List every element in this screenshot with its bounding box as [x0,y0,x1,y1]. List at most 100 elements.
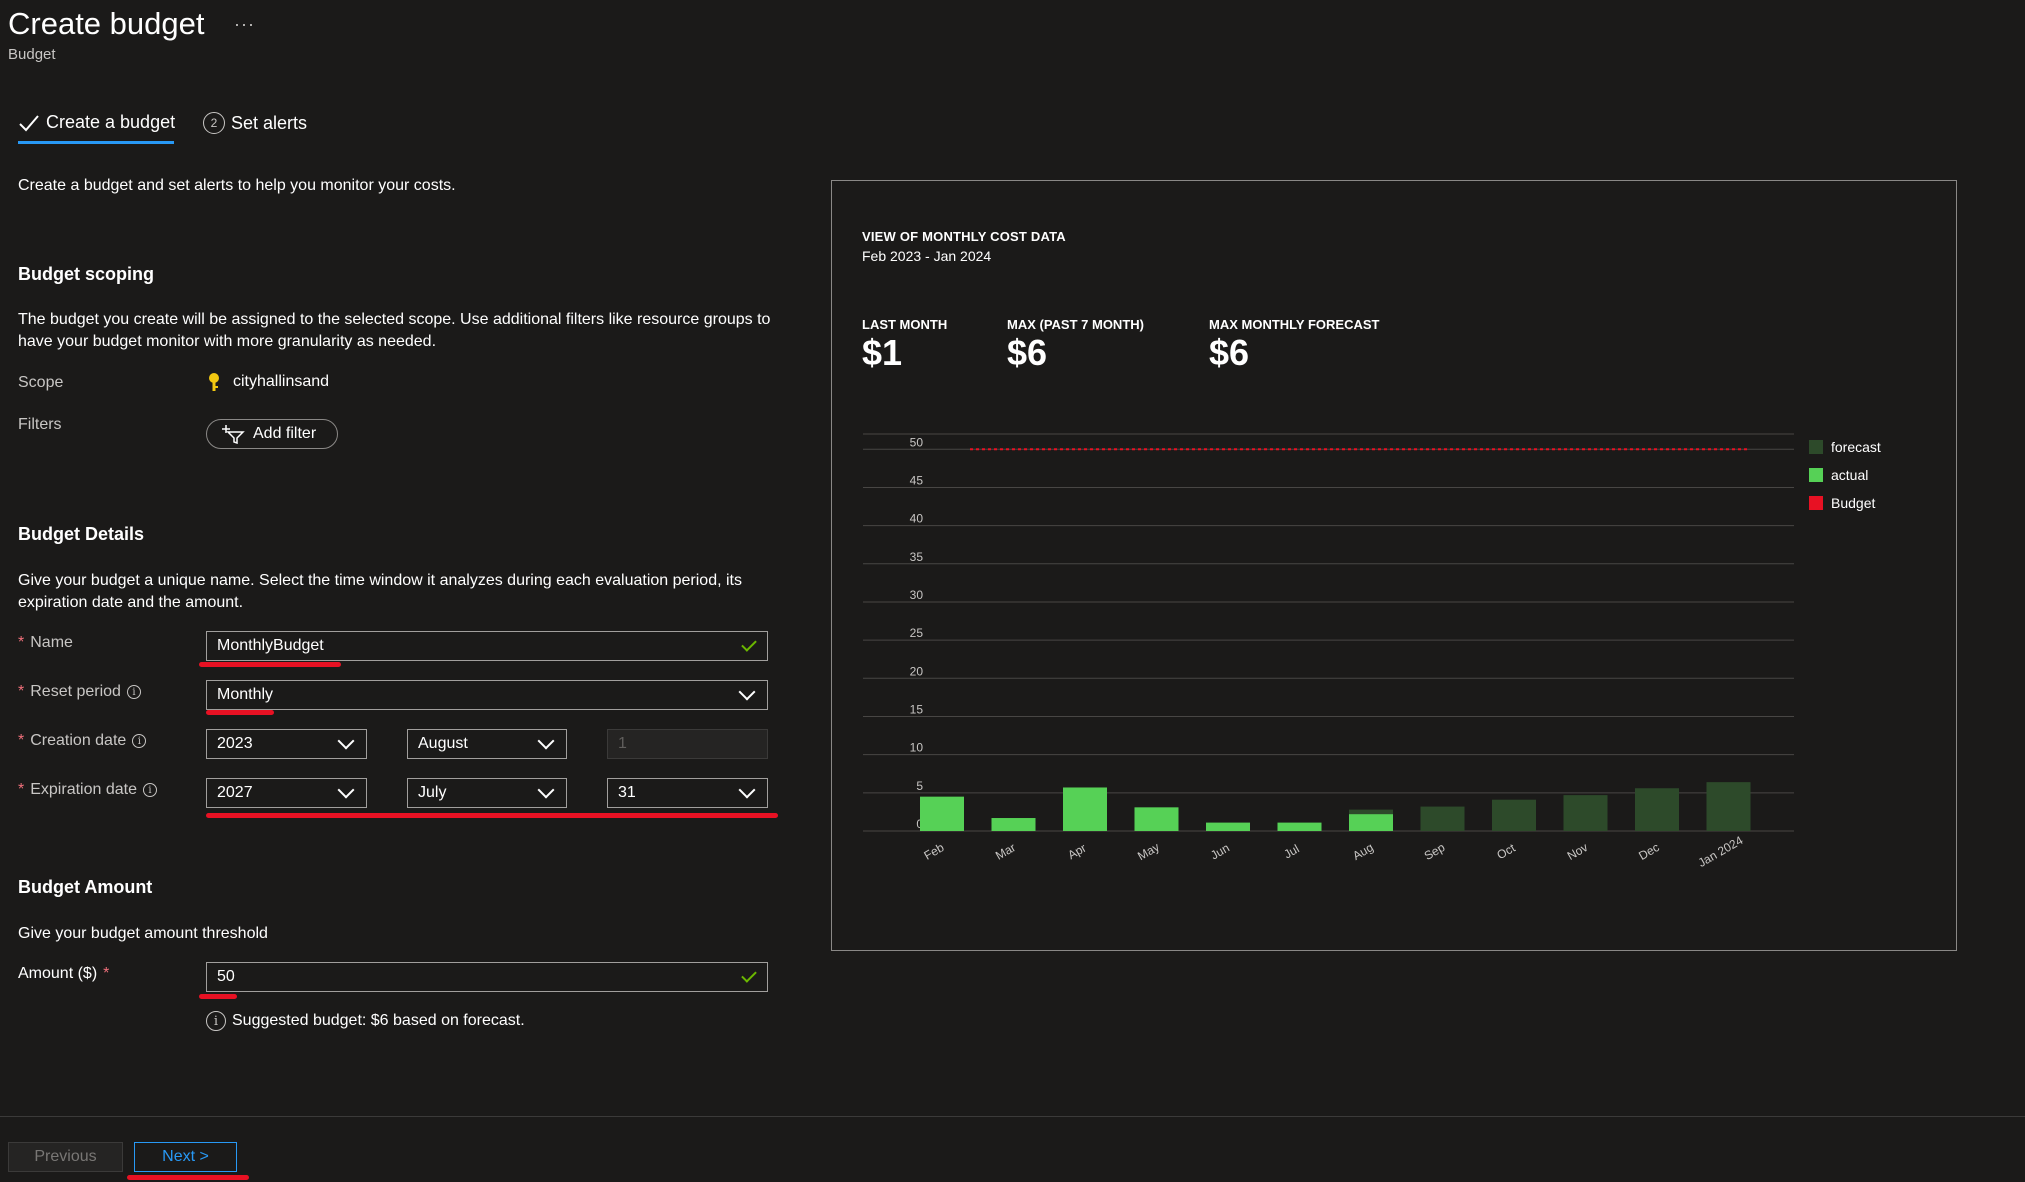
forecast-bar [1420,806,1465,831]
monthly-cost-panel: VIEW OF MONTHLY COST DATA Feb 2023 - Jan… [831,180,1957,951]
actual-bar [920,796,964,831]
x-tick-label: Sep [1422,840,1448,863]
legend-swatch [1809,440,1823,454]
tab-set-alerts-label: Set alerts [231,112,308,133]
expiration-year-select[interactable]: 2027 [206,778,367,808]
x-tick-label: Jan 2024 [1696,833,1746,870]
step-number-icon: 2 [203,112,225,134]
legend-label: Budget [1831,495,1876,511]
y-tick-label: 30 [910,588,924,602]
valid-check-icon [741,636,757,652]
creation-month-value: August [418,735,468,752]
intro-text: Create a budget and set alerts to help y… [18,177,456,194]
more-options-button[interactable]: ··· [234,14,255,35]
legend-item-budget: Budget [1809,495,1881,511]
actual-bar [991,818,1036,831]
required-mark: * [18,634,25,651]
x-tick-label: Mar [993,840,1018,862]
chevron-down-icon [738,683,756,701]
info-icon: i [206,1011,226,1031]
valid-check-icon [741,967,757,983]
chevron-down-icon [337,732,355,750]
expiration-year-value: 2027 [217,784,253,801]
chart-legend: forecast actual Budget [1809,439,1881,511]
y-tick-label: 15 [910,702,924,716]
chevron-down-icon [738,781,756,799]
y-tick-label: 40 [910,512,924,526]
scope-name: cityhallinsand [233,373,330,390]
legend-label: actual [1831,467,1869,483]
annotation-underline [206,710,274,715]
filters-label: Filters [18,416,62,433]
tab-create-budget-label: Create a budget [46,112,176,132]
creation-day-value: 1 [618,735,627,752]
creation-day-input: 1 [607,729,768,759]
y-tick-label: 25 [910,626,924,640]
x-tick-label: Oct [1494,840,1518,862]
add-filter-icon [222,425,245,444]
reset-period-label: * Reset period i [18,683,141,701]
forecast-bar [1635,788,1679,831]
info-icon[interactable]: i [142,783,157,797]
reset-period-select[interactable]: Monthly [206,680,768,710]
creation-year-select[interactable]: 2023 [206,729,367,759]
name-input-value: MonthlyBudget [217,637,324,654]
checkmark-icon [19,114,39,131]
name-label: * Name [18,634,73,651]
page-subtitle: Budget [8,46,56,63]
footer-divider [0,1116,2025,1117]
legend-swatch [1809,468,1823,482]
expiration-day-value: 31 [618,784,636,801]
y-tick-label: 50 [910,435,924,449]
actual-bar [1277,822,1322,831]
amount-label: Amount ($) * [18,965,110,982]
info-icon[interactable]: i [126,685,141,699]
add-filter-button[interactable]: Add filter [206,419,338,449]
forecast-bar [1492,799,1536,831]
expiration-month-value: July [418,784,447,801]
creation-month-select[interactable]: August [407,729,567,759]
chevron-down-icon [337,781,355,799]
info-icon[interactable]: i [132,734,147,748]
scope-value: cityhallinsand [207,372,329,392]
legend-item-actual: actual [1809,467,1881,483]
annotation-underline [206,813,778,818]
budget-amount-heading: Budget Amount [18,877,153,897]
amount-input[interactable]: 50 [206,962,768,992]
annotation-underline [199,994,237,999]
forecast-bar [1706,782,1751,831]
next-button[interactable]: Next > [134,1142,237,1172]
tab-create-budget[interactable]: Create a budget [18,112,175,133]
previous-button[interactable]: Previous [8,1142,123,1172]
annotation-underline [199,662,341,667]
y-tick-label: 10 [910,741,924,755]
y-tick-label: 45 [910,473,924,487]
x-tick-label: Feb [922,840,947,863]
x-tick-label: Nov [1565,840,1590,863]
legend-swatch [1809,496,1823,510]
budget-details-heading: Budget Details [18,524,145,544]
x-tick-label: Jun [1208,841,1232,863]
actual-bar [1134,807,1179,831]
actual-bar [1063,787,1107,831]
name-input[interactable]: MonthlyBudget [206,631,768,661]
y-tick-label: 35 [910,550,924,564]
annotation-underline [127,1175,249,1180]
expiration-day-select[interactable]: 31 [607,778,768,808]
x-tick-label: Dec [1636,840,1661,863]
suggested-budget-message: i Suggested budget: $6 based on forecast… [206,1011,525,1031]
y-tick-label: 20 [910,664,924,678]
key-icon [209,373,219,391]
x-tick-label: Jul [1281,842,1301,862]
x-tick-label: Aug [1350,840,1375,863]
budget-amount-description: Give your budget amount threshold [18,925,268,942]
scope-label: Scope [18,374,64,391]
forecast-bar [1563,795,1608,831]
amount-input-value: 50 [217,968,235,985]
tab-set-alerts[interactable]: 2 Set alerts [203,112,307,134]
reset-period-value: Monthly [217,686,274,703]
expiration-month-select[interactable]: July [407,778,567,808]
legend-label: forecast [1831,439,1881,455]
y-tick-label: 5 [916,779,923,793]
actual-bar [1206,822,1250,831]
